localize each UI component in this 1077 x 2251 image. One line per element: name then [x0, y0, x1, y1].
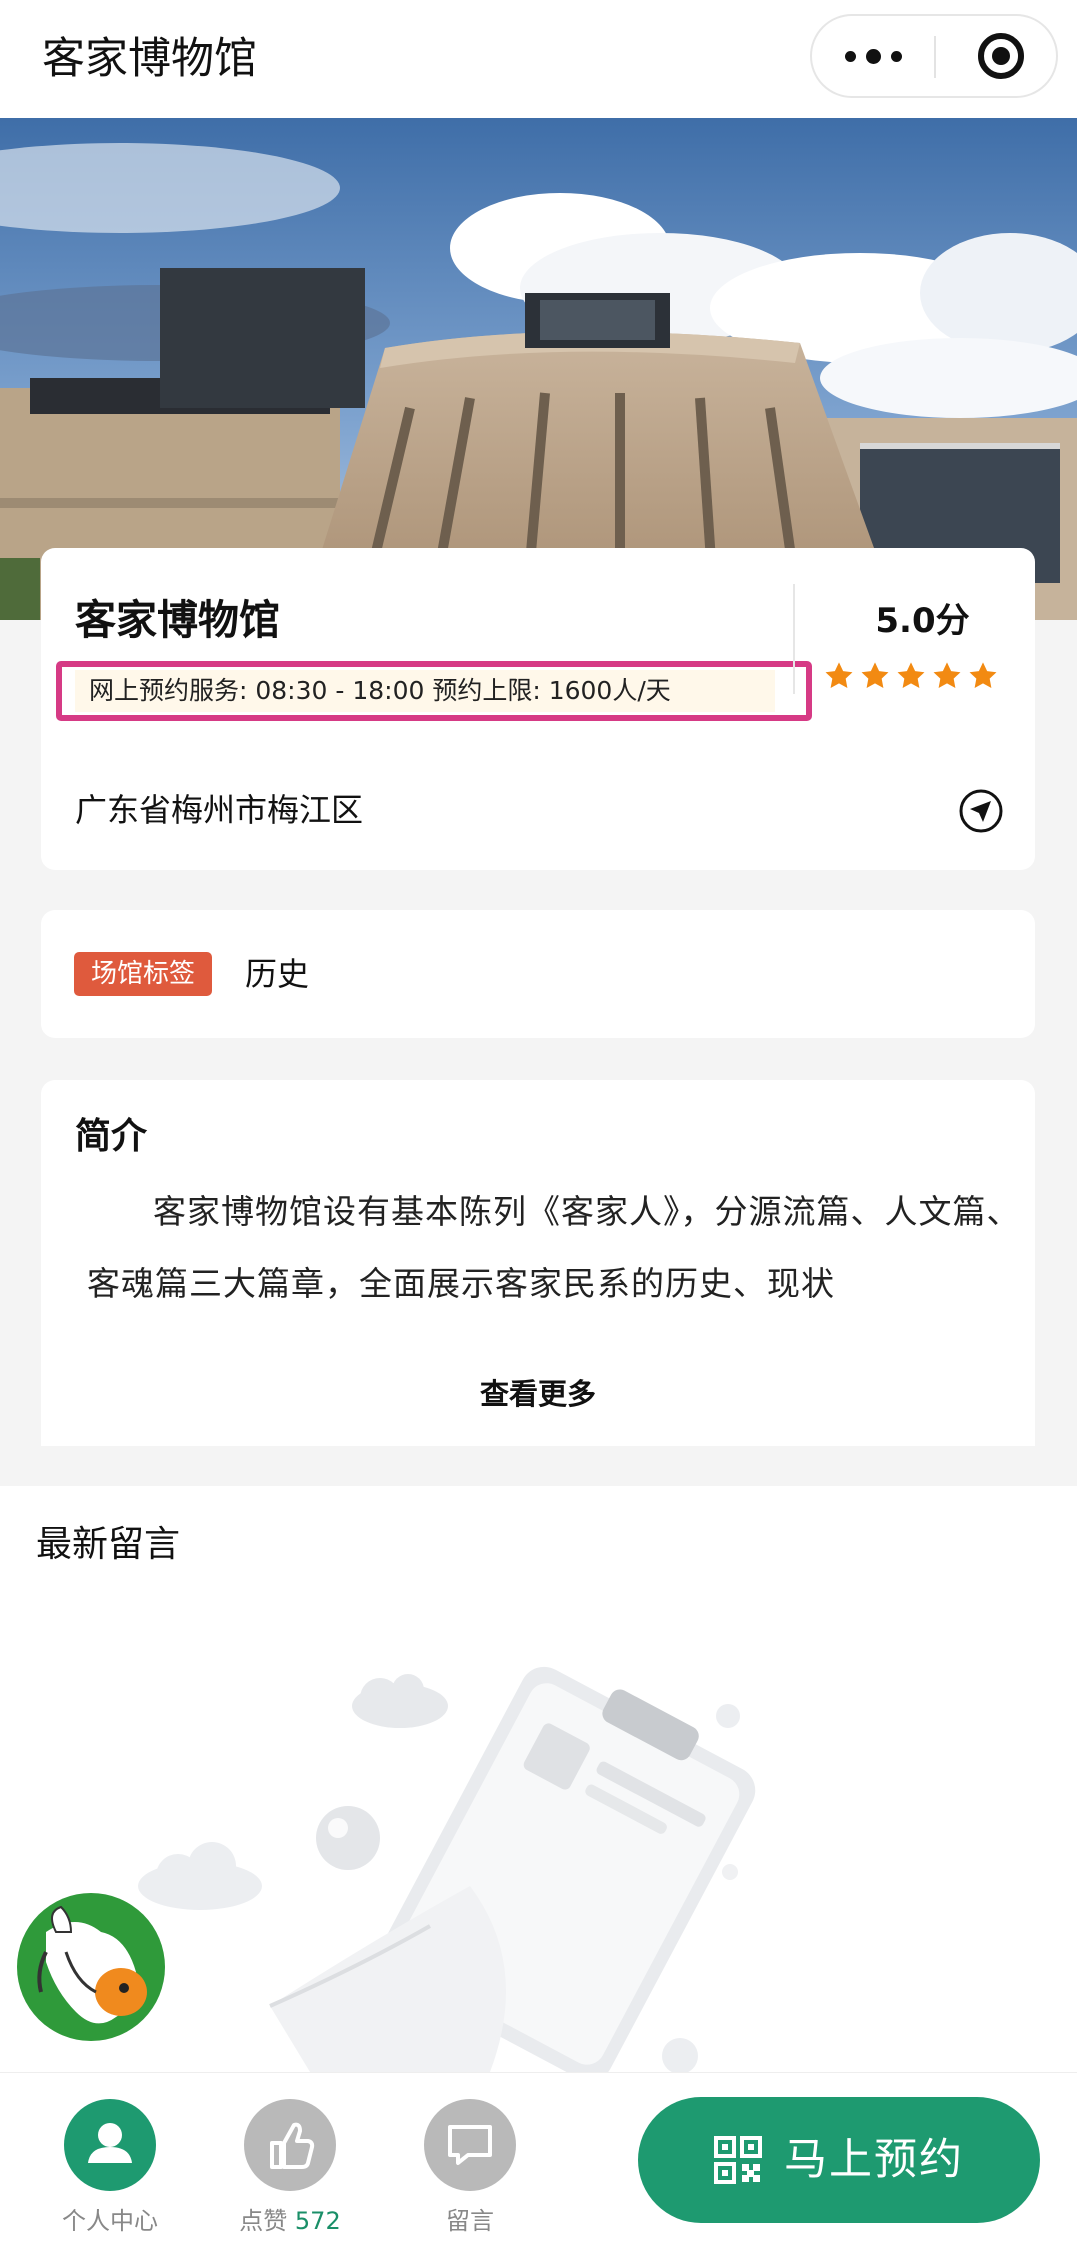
- museum-hero-image: [0, 118, 1077, 620]
- rating-stars: [823, 660, 1023, 692]
- reserve-now-button[interactable]: 马上预约: [638, 2097, 1040, 2223]
- top-nav-bar: 客家博物馆: [0, 0, 1077, 118]
- app: 客家博物馆 客家博物馆 网上预约服务: 08:30 - 18:00 预约上限: …: [0, 0, 1077, 2251]
- star-icon: [933, 662, 961, 688]
- page-title: 客家博物馆: [42, 34, 257, 84]
- intro-text: 客家博物馆设有基本陈列《客家人》，分源流篇、人文篇、客魂篇三大篇章，全面展示客家…: [87, 1192, 1021, 1303]
- star-icon: [825, 662, 853, 688]
- tab-like-label: 点赞 572: [225, 2203, 355, 2239]
- tab-message[interactable]: 留言: [405, 2099, 535, 2239]
- mascot-avatar[interactable]: [16, 1892, 166, 2042]
- qr-code-icon: [714, 2136, 762, 2184]
- star-icon: [969, 662, 997, 688]
- miniprogram-capsule: [810, 14, 1058, 98]
- capsule-divider: [934, 36, 936, 78]
- comments-title: 最新留言: [36, 1524, 181, 1565]
- bottom-action-bar: 个人中心 点赞 572 留言 马上预约: [0, 2072, 1077, 2251]
- venue-info-card: 客家博物馆 网上预约服务: 08:30 - 18:00 预约上限: 1600人/…: [41, 548, 1035, 870]
- person-icon: [64, 2099, 156, 2191]
- tag-badge: 场馆标签: [74, 952, 213, 996]
- intro-title: 简介: [75, 1116, 148, 1157]
- view-more-button[interactable]: 查看更多: [41, 1374, 1035, 1414]
- like-label: 点赞: [239, 2207, 288, 2235]
- hours-highlight-box: [56, 661, 812, 721]
- star-icon: [897, 662, 925, 688]
- reserve-now-label: 马上预约: [784, 2135, 964, 2185]
- tab-like[interactable]: 点赞 572: [225, 2099, 355, 2239]
- venue-score: 5.0分: [875, 601, 970, 641]
- venue-tags-card: 场馆标签 历史: [41, 910, 1035, 1038]
- star-icon: [861, 662, 889, 688]
- venue-name: 客家博物馆: [75, 596, 280, 644]
- close-circle-icon[interactable]: [978, 33, 1024, 79]
- museum-photo: [0, 118, 1077, 620]
- navigation-arrow-icon[interactable]: [958, 788, 1004, 834]
- venue-address: 广东省梅州市梅江区: [75, 791, 364, 829]
- score-divider: [793, 584, 795, 694]
- tab-personal-label: 个人中心: [62, 2207, 158, 2235]
- tag-value: 历史: [245, 955, 310, 993]
- chat-bubble-icon: [424, 2099, 516, 2191]
- thumbs-up-icon: [244, 2099, 336, 2191]
- more-icon[interactable]: [812, 16, 934, 96]
- tab-personal-center[interactable]: 个人中心: [45, 2099, 175, 2239]
- empty-state-illustration: [138, 1666, 756, 2072]
- like-count: 572: [294, 2207, 341, 2235]
- intro-card: 简介 客家博物馆设有基本陈列《客家人》，分源流篇、人文篇、客魂篇三大篇章，全面展…: [41, 1080, 1035, 1446]
- tab-message-label: 留言: [446, 2207, 494, 2235]
